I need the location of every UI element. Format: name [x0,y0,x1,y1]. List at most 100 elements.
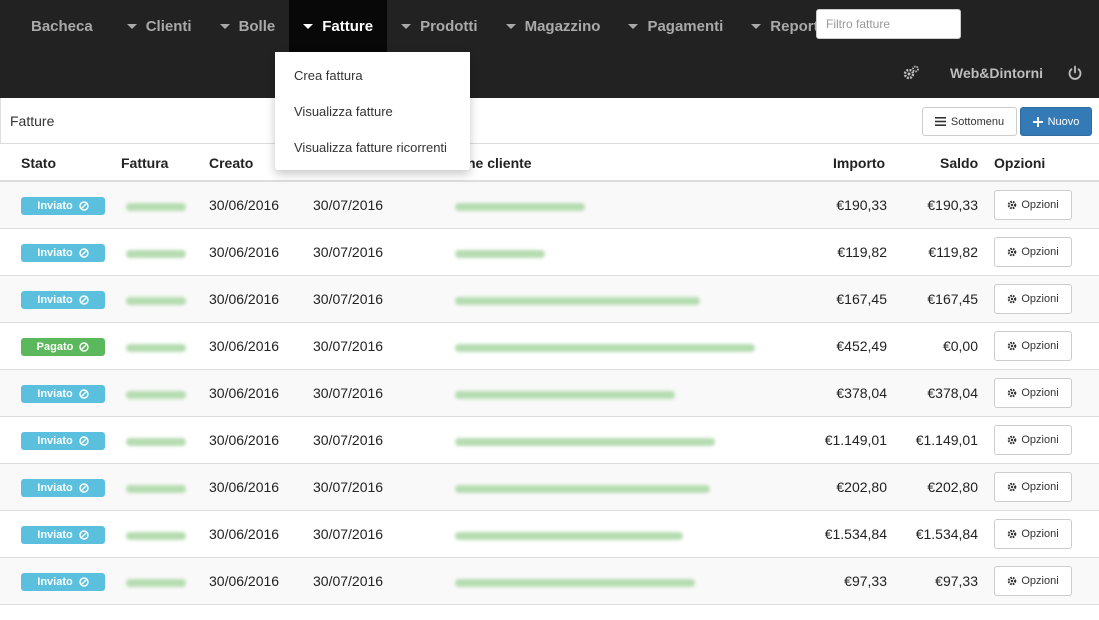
table-row: Inviato 30/06/2016 30/07/2016 €1.149,01 €1.1… [0,417,1099,464]
gear-icon [1008,341,1017,351]
invoice-number-redacted[interactable] [126,297,186,305]
col-creato[interactable]: Creato [209,155,253,171]
status-badge[interactable]: Inviato [21,244,105,262]
nav-bacheca[interactable]: Bacheca [0,0,113,52]
created-date: 30/06/2016 [209,244,280,260]
options-button[interactable]: Opzioni [994,425,1072,455]
due-date: 30/07/2016 [313,385,384,401]
client-name-redacted[interactable] [455,297,700,305]
due-date: 30/07/2016 [313,479,384,495]
nav-fatture[interactable]: Fatture [289,0,388,52]
due-date: 30/07/2016 [313,338,384,354]
options-button[interactable]: Opzioni [994,566,1072,596]
table-row: Inviato 30/06/2016 30/07/2016 €97,33 €97,33 O… [0,558,1099,605]
nav-bolle[interactable]: Bolle [206,0,290,52]
nav-magazzino[interactable]: Magazzino [492,0,615,52]
invoice-number-redacted[interactable] [126,438,186,446]
gears-icon[interactable] [902,52,920,94]
client-name-redacted[interactable] [455,532,683,540]
amount: €1.534,84 [824,526,887,542]
amount: €190,33 [836,197,887,213]
col-stato[interactable]: Stato [21,155,56,171]
nav-label: Pagamenti [647,17,724,35]
balance: €1.534,84 [915,526,978,542]
client-name-redacted[interactable] [455,391,675,399]
col-importo[interactable]: Importo [833,155,885,171]
submenu-button[interactable]: Sottomenu [922,107,1017,136]
gear-icon [1008,200,1017,210]
status-badge[interactable]: Inviato [21,291,105,309]
balance: €378,04 [927,385,978,401]
amount: €97,33 [844,573,887,589]
ban-icon [79,201,89,211]
options-button[interactable]: Opzioni [994,237,1072,267]
fatture-dropdown-menu: Crea fattura Visualizza fatture Visualiz… [275,52,470,170]
options-button[interactable]: Opzioni [994,190,1072,220]
client-name-redacted[interactable] [455,344,755,352]
client-name-redacted[interactable] [455,438,715,446]
client-name-redacted[interactable] [455,203,585,211]
created-date: 30/06/2016 [209,385,280,401]
invoice-number-redacted[interactable] [126,391,186,399]
client-name-redacted[interactable] [455,579,695,587]
invoice-number-redacted[interactable] [126,250,186,258]
balance: €202,80 [927,479,978,495]
nav-prodotti[interactable]: Prodotti [387,0,492,52]
ban-icon [79,295,89,305]
power-icon[interactable] [1067,52,1083,94]
nav-pagamenti[interactable]: Pagamenti [614,0,737,52]
status-label: Inviato [37,576,73,588]
table-header: Stato Fattura Creato ne cliente Importo … [0,144,1099,182]
menu-icon [934,117,946,126]
options-button[interactable]: Opzioni [994,331,1072,361]
status-label: Inviato [37,435,73,447]
options-label: Opzioni [1021,293,1059,305]
plus-icon [1032,116,1043,127]
invoice-number-redacted[interactable] [126,485,186,493]
col-fattura[interactable]: Fattura [121,155,168,171]
due-date: 30/07/2016 [313,432,384,448]
status-badge[interactable]: Pagato [21,338,105,356]
status-badge[interactable]: Inviato [21,573,105,591]
menu-item-crea-fattura[interactable]: Crea fattura [294,68,363,83]
main-nav: Bacheca Clienti Bolle Fatture Prodotti M… [0,0,833,52]
status-badge[interactable]: Inviato [21,385,105,403]
options-button[interactable]: Opzioni [994,378,1072,408]
status-badge[interactable]: Inviato [21,197,105,215]
gear-icon [1008,247,1017,257]
col-opzioni: Opzioni [994,155,1046,171]
options-button[interactable]: Opzioni [994,284,1072,314]
col-cliente[interactable]: ne cliente [467,155,532,171]
options-button[interactable]: Opzioni [994,472,1072,502]
caret-down-icon [219,23,230,29]
created-date: 30/06/2016 [209,338,280,354]
brand-label: Web&Dintorni [950,65,1044,81]
status-badge[interactable]: Inviato [21,432,105,450]
invoice-number-redacted[interactable] [126,579,186,587]
invoice-number-redacted[interactable] [126,344,186,352]
due-date: 30/07/2016 [313,291,384,307]
ban-icon [79,248,89,258]
due-date: 30/07/2016 [313,573,384,589]
client-name-redacted[interactable] [455,250,545,258]
invoice-number-redacted[interactable] [126,203,186,211]
new-invoice-button[interactable]: Nuovo [1020,107,1092,136]
status-label: Inviato [37,200,73,212]
options-label: Opzioni [1021,387,1059,399]
col-saldo[interactable]: Saldo [940,155,978,171]
options-label: Opzioni [1021,246,1059,258]
options-button[interactable]: Opzioni [994,519,1072,549]
due-date: 30/07/2016 [313,526,384,542]
client-name-redacted[interactable] [455,485,710,493]
caret-down-icon [628,23,639,29]
table-body: Inviato 30/06/2016 30/07/2016 €190,33 €190,3… [0,182,1099,605]
brand-link[interactable]: Web&Dintorni [950,52,1043,94]
nav-clienti[interactable]: Clienti [113,0,206,52]
invoice-filter-input[interactable] [816,9,961,39]
menu-item-visualizza-fatture-ricorrenti[interactable]: Visualizza fatture ricorrenti [294,140,447,155]
status-badge[interactable]: Inviato [21,479,105,497]
created-date: 30/06/2016 [209,526,280,542]
menu-item-visualizza-fatture[interactable]: Visualizza fatture [294,104,393,119]
invoice-number-redacted[interactable] [126,532,186,540]
status-badge[interactable]: Inviato [21,526,105,544]
